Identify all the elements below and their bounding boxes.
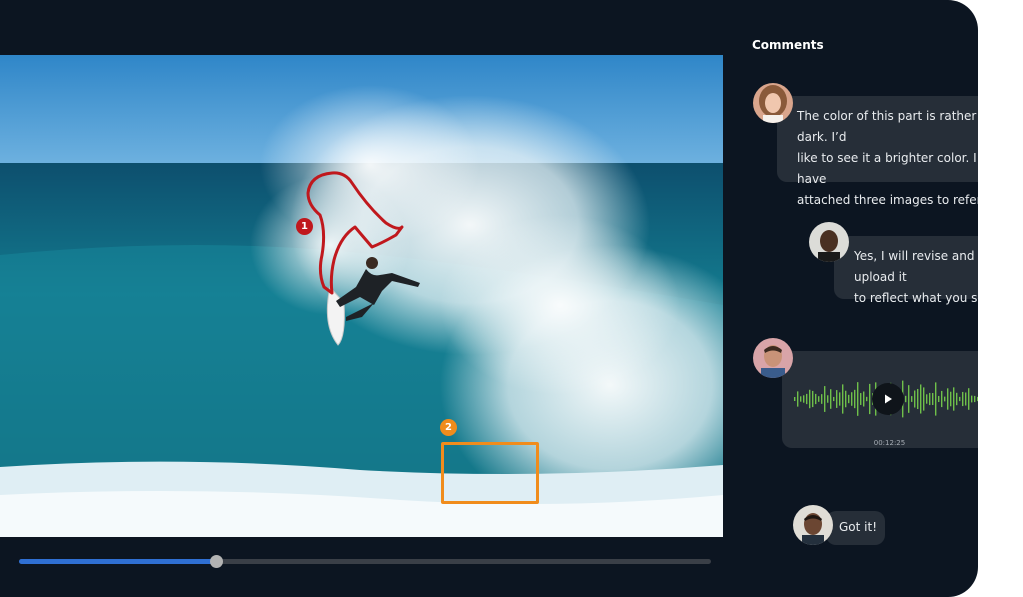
progress-thumb[interactable] xyxy=(209,555,223,568)
waveform-bar xyxy=(821,394,823,404)
annotation-marker-2[interactable]: 2 xyxy=(440,419,457,436)
waveform-bar xyxy=(908,385,910,413)
waveform-bar xyxy=(845,390,847,408)
man-avatar[interactable] xyxy=(753,338,793,378)
man-avatar[interactable] xyxy=(809,222,849,262)
comment-line: Yes, I will revise and upload it xyxy=(854,249,975,284)
waveform-bar xyxy=(977,396,978,402)
waveform-bar xyxy=(944,396,946,402)
waveform-bar xyxy=(818,396,820,402)
waveform-bar xyxy=(923,387,925,411)
waveform-bar xyxy=(947,388,949,410)
waveform-bar xyxy=(848,394,850,404)
man-avatar[interactable] xyxy=(793,505,833,545)
comment-line: attached three images to refer to. xyxy=(797,193,978,207)
waveform-bar xyxy=(815,393,817,405)
waveform-bar xyxy=(839,392,841,406)
waveform-bar xyxy=(854,389,856,409)
play-icon xyxy=(885,394,892,404)
waveform-bar xyxy=(965,392,967,406)
waveform-bar xyxy=(842,384,844,414)
progress-track[interactable] xyxy=(19,555,711,568)
comment-bubble-2: Yes, I will revise and upload it to refl… xyxy=(834,236,978,305)
waveform-bar xyxy=(860,393,862,405)
waveform-bar xyxy=(941,390,943,408)
waveform-bar xyxy=(830,389,832,409)
rectangle-annotation[interactable] xyxy=(441,442,539,504)
progress-fill xyxy=(19,559,216,564)
voice-duration: 00:12:25 xyxy=(873,439,906,447)
waveform-bar xyxy=(800,396,802,402)
waveform-bar xyxy=(962,391,964,407)
waveform-bar xyxy=(926,394,928,404)
play-button[interactable] xyxy=(872,383,904,415)
waveform-bar xyxy=(803,395,805,403)
waveform-bar xyxy=(929,392,931,406)
waveform-bar xyxy=(956,392,958,406)
waveform-bar xyxy=(797,391,799,407)
comment-bubble-1: The color of this part is rather dark. I… xyxy=(777,96,978,207)
waveform-bar xyxy=(971,395,973,403)
waveform-bar xyxy=(869,383,871,415)
waveform-bar xyxy=(905,395,907,403)
waveform-bar xyxy=(950,391,952,407)
waveform-bar xyxy=(833,396,835,402)
waveform-bar xyxy=(914,390,916,408)
waveform-bar xyxy=(932,393,934,405)
annotation-marker-1[interactable]: 1 xyxy=(296,218,313,235)
waveform-bar xyxy=(920,384,922,414)
app-frame: 1 2 Comments The color of this part is r… xyxy=(0,0,978,597)
waveform-bar xyxy=(911,396,913,402)
waveform-bar xyxy=(794,397,796,401)
waveform-bar xyxy=(863,391,865,407)
video-player[interactable]: 1 2 xyxy=(0,55,723,537)
comment-line: The color of this part is rather dark. I… xyxy=(797,109,977,144)
waveform-bar xyxy=(827,395,829,403)
waveform-bar xyxy=(836,390,838,408)
comment-line: like to see it a brighter color. I have xyxy=(797,151,977,186)
waveform-bar xyxy=(968,388,970,410)
waveform-bar xyxy=(824,386,826,412)
waveform-bar xyxy=(851,392,853,406)
surf-scene-image xyxy=(0,55,723,537)
waveform-bar xyxy=(812,390,814,408)
waveform-bar xyxy=(935,382,937,416)
woman-avatar[interactable] xyxy=(753,83,793,123)
waveform-bar xyxy=(953,387,955,411)
comment-line: to reflect what you said. xyxy=(854,291,978,305)
waveform-bar xyxy=(974,395,976,403)
voice-message-bubble: 00:12:25 xyxy=(782,351,978,448)
waveform-bar xyxy=(806,393,808,405)
comment-line: Got it! xyxy=(839,520,878,534)
waveform-bar xyxy=(959,396,961,402)
waveform-bar xyxy=(866,396,868,402)
waveform-bar xyxy=(857,382,859,416)
waveform-bar xyxy=(938,395,940,403)
comments-title: Comments xyxy=(752,38,824,52)
waveform-bar xyxy=(809,389,811,409)
comment-bubble-4: Got it! xyxy=(826,511,885,545)
waveform-bar xyxy=(917,388,919,410)
